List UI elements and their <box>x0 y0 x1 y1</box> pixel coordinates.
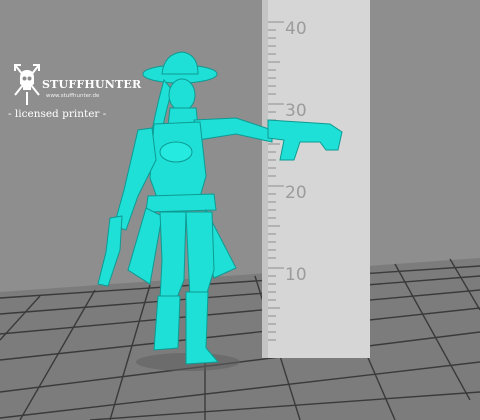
ruler-label-40: 40 <box>285 19 307 39</box>
ruler-label-30: 30 <box>285 101 307 121</box>
right-leg <box>185 211 215 299</box>
head <box>168 78 196 112</box>
left-boot <box>153 295 181 351</box>
logo-tagline: - licensed printer - <box>8 108 107 120</box>
render-viewport: 40 30 20 10 STUFFHUNTER www.stuffhunter.… <box>0 0 480 420</box>
ruler-label-10: 10 <box>285 265 307 285</box>
logo-brand: STUFFHUNTER <box>42 78 142 91</box>
skull-crossed-arrows-icon <box>12 62 42 106</box>
torso <box>149 121 207 207</box>
ruler-label-20: 20 <box>285 183 307 203</box>
stuffhunter-logo: STUFFHUNTER www.stuffhunter.de - license… <box>6 62 141 126</box>
logo-url: www.stuffhunter.de <box>46 93 100 99</box>
measuring-ruler: 40 30 20 10 <box>262 0 370 358</box>
belt <box>145 193 217 213</box>
